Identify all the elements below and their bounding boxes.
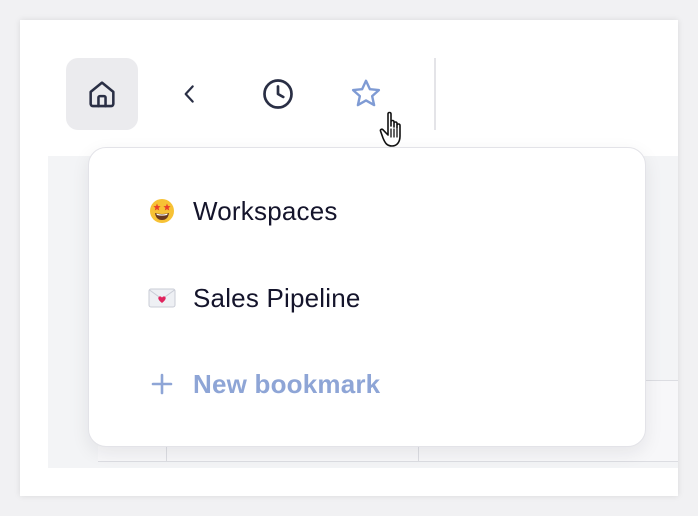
home-button[interactable]	[66, 58, 138, 130]
bookmark-item-sales-pipeline[interactable]: Sales Pipeline	[147, 278, 361, 318]
back-button[interactable]	[154, 58, 226, 130]
app-window: Workspaces Sales Pipeline New bookmark	[20, 20, 678, 496]
love-letter-emoji-icon	[147, 283, 177, 313]
new-bookmark-button[interactable]: New bookmark	[147, 364, 380, 404]
bookmarks-dropdown: Workspaces Sales Pipeline New bookmark	[88, 147, 646, 447]
plus-icon	[147, 369, 177, 399]
bookmark-label: Sales Pipeline	[193, 282, 361, 313]
toolbar-divider	[434, 58, 436, 130]
clock-icon	[263, 79, 293, 109]
new-bookmark-label: New bookmark	[193, 368, 381, 399]
home-icon	[89, 81, 115, 108]
bookmark-item-workspaces[interactable]: Workspaces	[147, 191, 338, 231]
chevron-left-icon	[184, 85, 194, 103]
star-icon	[351, 79, 381, 107]
bookmark-label: Workspaces	[193, 195, 338, 226]
hand-cursor-icon	[379, 111, 401, 147]
history-button[interactable]	[242, 58, 314, 130]
star-struck-emoji-icon	[147, 196, 177, 226]
